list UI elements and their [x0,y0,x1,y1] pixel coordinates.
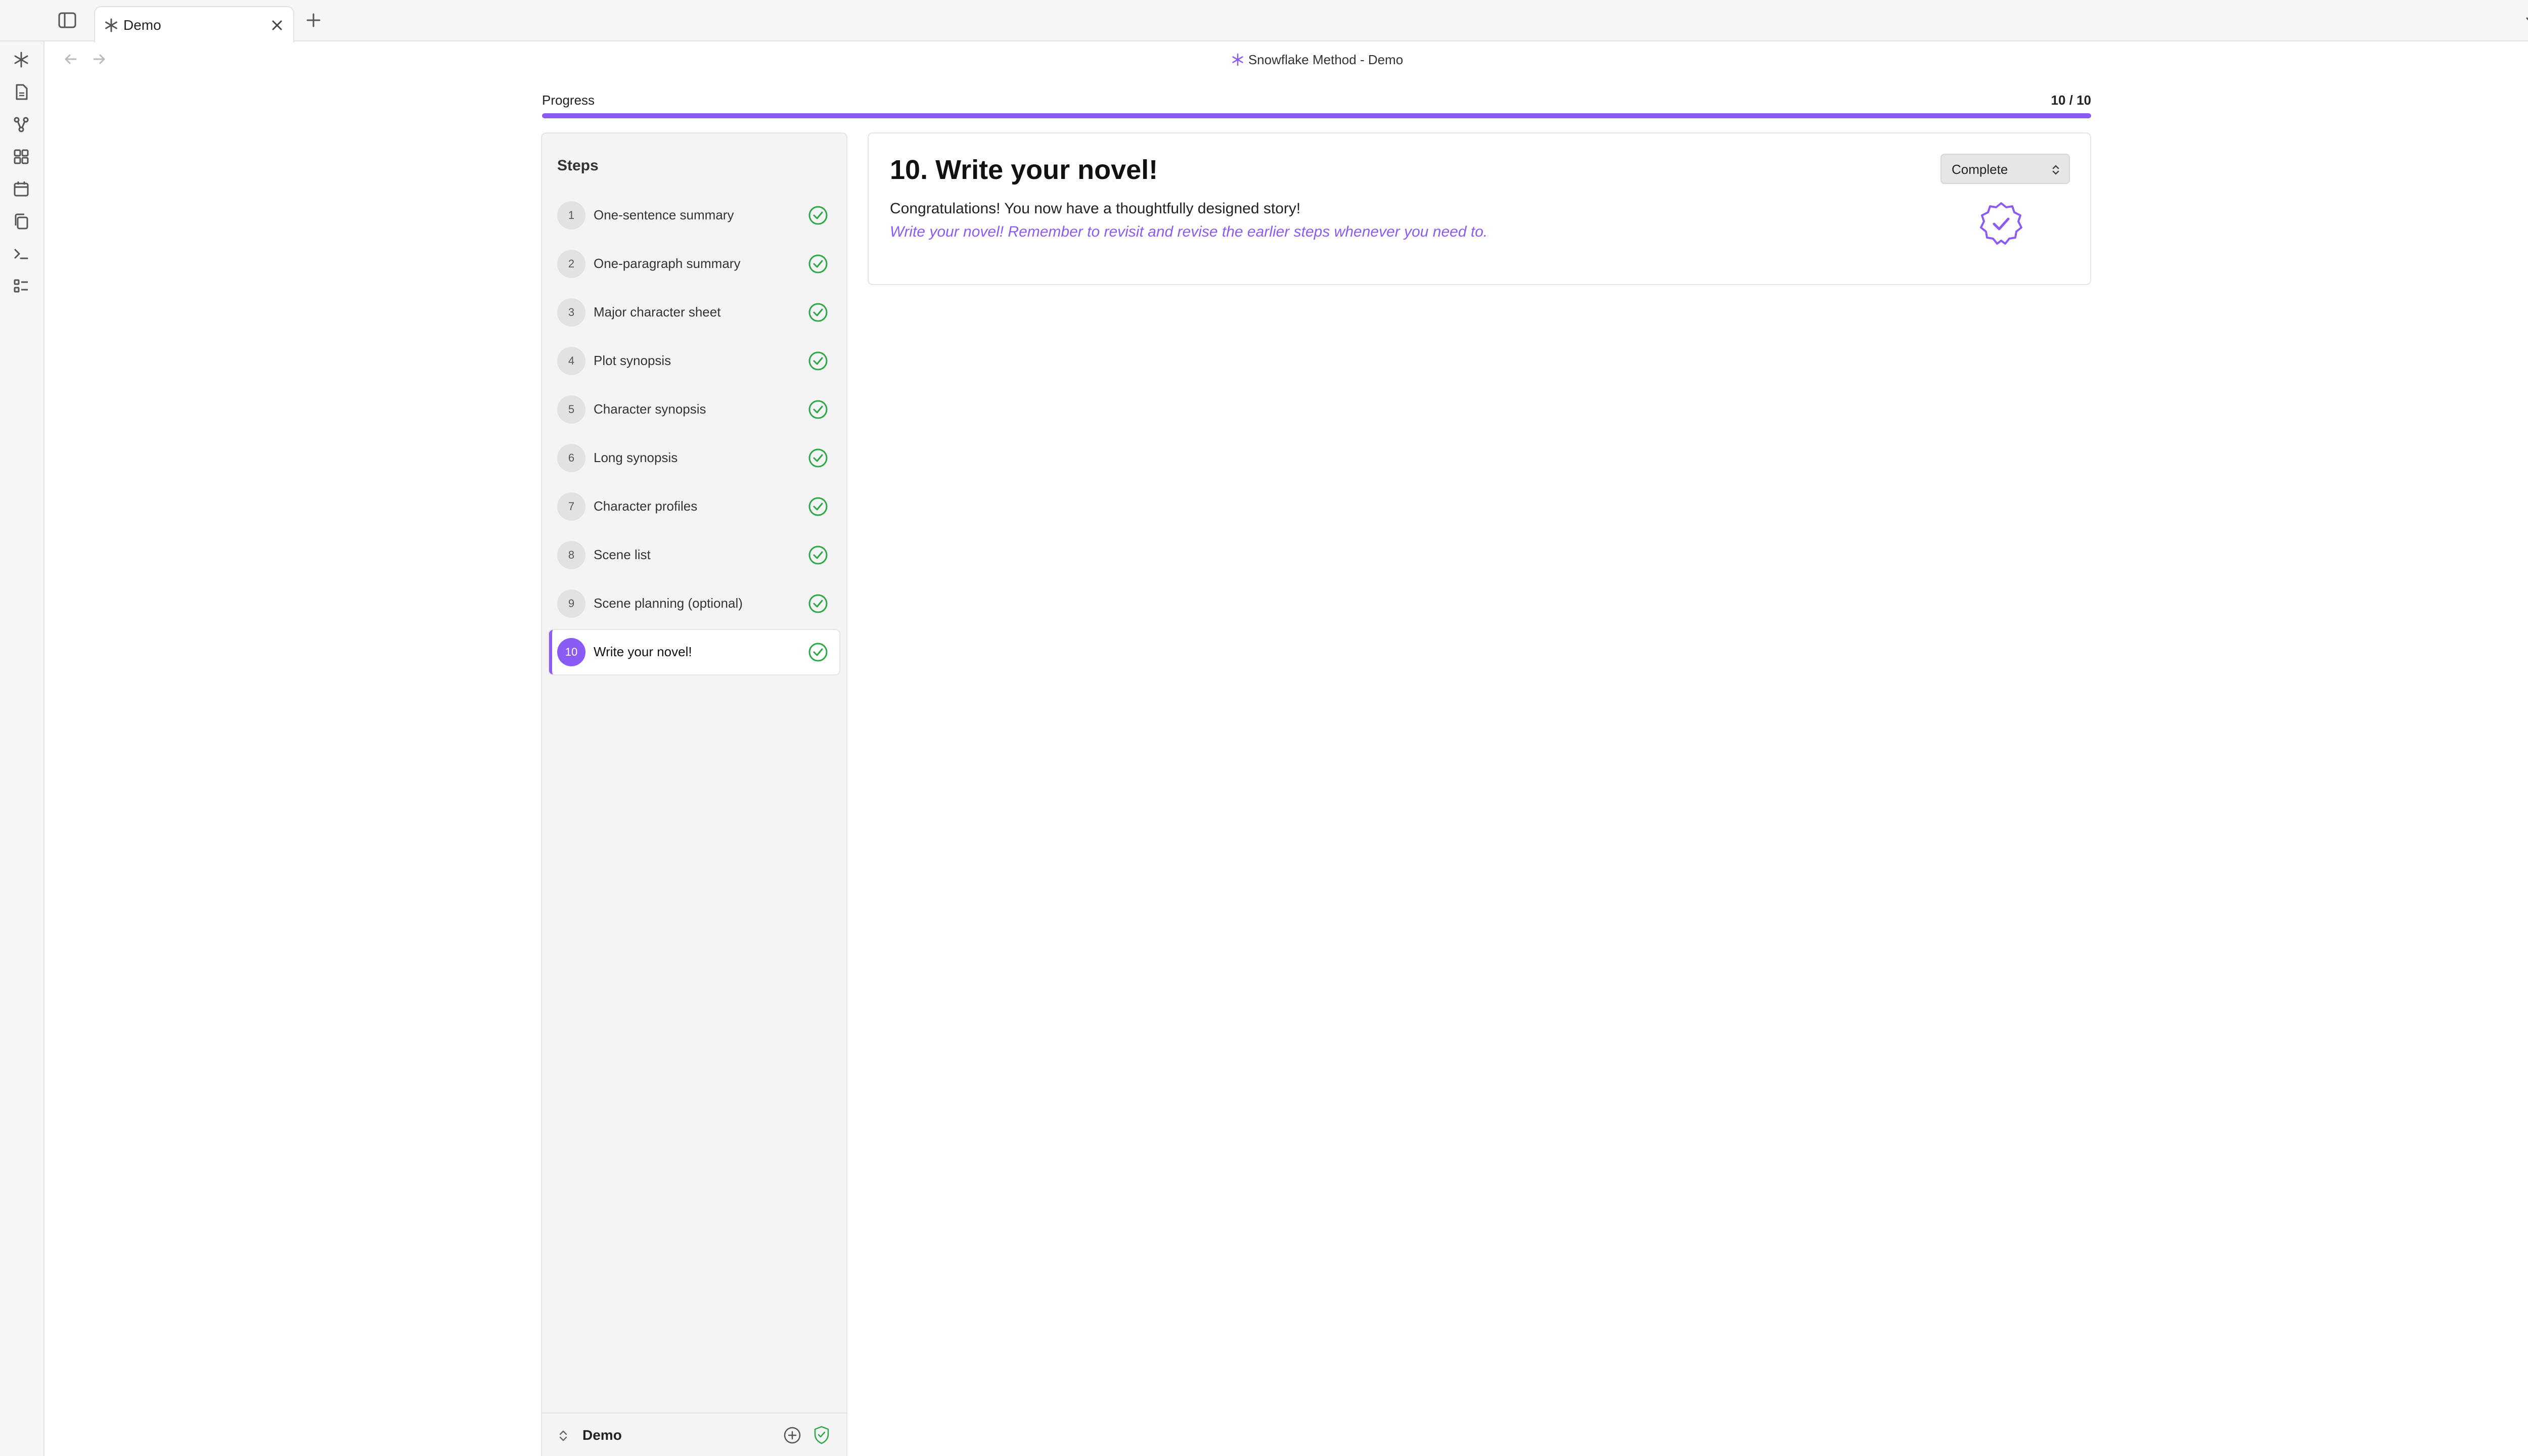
step-title: 10. Write your novel! [890,155,1158,185]
tab-label: Demo [123,17,161,33]
step-label: One-paragraph summary [594,256,741,271]
progress-count: 10 / 10 [2051,93,2091,108]
check-circle-icon [807,544,829,566]
snowflake-icon[interactable] [12,51,30,69]
step-label: One-sentence summary [594,207,734,222]
step-item-9[interactable]: 9 Scene planning (optional) [549,581,839,626]
steps-list: 1 One-sentence summary 2 One-paragraph summ… [549,193,839,678]
check-circle-icon [807,495,829,518]
step-item-7[interactable]: 7 Character profiles [549,484,839,529]
step-number: 2 [557,250,585,278]
check-circle-icon [807,204,829,226]
snowflake-icon [1231,53,1244,66]
graph-icon[interactable] [12,115,30,133]
step-number: 4 [557,347,585,375]
view-title-text: Snowflake Method - Demo [1248,52,1404,67]
select-arrows-icon [2051,163,2061,177]
panel-footer: Demo [542,1413,846,1456]
step-number: 10 [557,638,585,666]
step-item-10[interactable]: 10 Write your novel! [549,630,839,674]
check-circle-icon [807,641,829,663]
verified-badge-icon [1978,200,2024,247]
check-circle-icon [807,398,829,421]
step-hint: Write your novel! Remember to revisit an… [890,223,1488,240]
step-number: 7 [557,492,585,521]
sidebar-toggle-icon[interactable] [58,11,77,29]
steps-panel: Steps 1 One-sentence summary 2 One-paragrap… [541,132,847,1456]
step-label: Scene planning (optional) [594,596,743,611]
step-item-4[interactable]: 4 Plot synopsis [549,339,839,383]
step-item-6[interactable]: 6 Long synopsis [549,436,839,480]
check-circle-icon [807,301,829,324]
tab-bar: Demo [0,0,2528,42]
shield-check-icon[interactable] [812,1425,831,1445]
step-item-5[interactable]: 5 Character synopsis [549,387,839,432]
step-label: Character synopsis [594,401,706,417]
step-number: 8 [557,541,585,569]
status-select[interactable]: Complete [1940,154,2070,184]
step-label: Character profiles [594,498,698,514]
progress-fill [542,113,2091,118]
chevron-down-icon[interactable] [2523,12,2528,29]
check-circle-icon [807,253,829,275]
check-circle-icon [807,447,829,469]
step-label: Long synopsis [594,450,678,465]
progress-bar [542,113,2091,118]
step-label: Write your novel! [594,644,692,659]
status-value: Complete [1952,162,2008,177]
step-item-2[interactable]: 2 One-paragraph summary [549,242,839,286]
check-circle-icon [807,350,829,372]
dashboard-icon[interactable] [12,148,30,166]
ribbon [0,41,44,1456]
step-label: Scene list [594,547,651,562]
steps-title: Steps [557,157,599,174]
terminal-icon[interactable] [12,245,30,263]
check-circle-icon [807,593,829,615]
step-number: 5 [557,395,585,424]
tab-demo[interactable]: Demo [94,6,294,42]
progress-label: Progress [542,93,595,108]
step-item-3[interactable]: 3 Major character sheet [549,290,839,335]
step-detail-card: 10. Write your novel! Congratulations! Y… [868,132,2091,285]
list-icon[interactable] [12,277,30,295]
step-number: 9 [557,589,585,618]
file-icon[interactable] [12,83,30,101]
step-number: 6 [557,444,585,472]
close-icon[interactable] [268,16,286,34]
view-title: Snowflake Method - Demo [46,52,2528,68]
step-label: Plot synopsis [594,353,671,368]
view-header: Snowflake Method - Demo [46,42,2528,75]
step-description: Congratulations! You now have a thoughtf… [890,200,1301,217]
step-item-1[interactable]: 1 One-sentence summary [549,193,839,238]
step-number: 3 [557,298,585,327]
step-label: Major character sheet [594,304,721,320]
step-number: 1 [557,201,585,230]
vault-switcher-icon[interactable] [557,1429,569,1443]
vault-name[interactable]: Demo [582,1427,622,1444]
copy-icon[interactable] [12,212,30,231]
new-tab-icon[interactable] [304,11,323,29]
snowflake-icon [103,17,119,33]
calendar-icon[interactable] [12,180,30,198]
add-circle-icon[interactable] [783,1426,802,1445]
step-item-8[interactable]: 8 Scene list [549,533,839,577]
